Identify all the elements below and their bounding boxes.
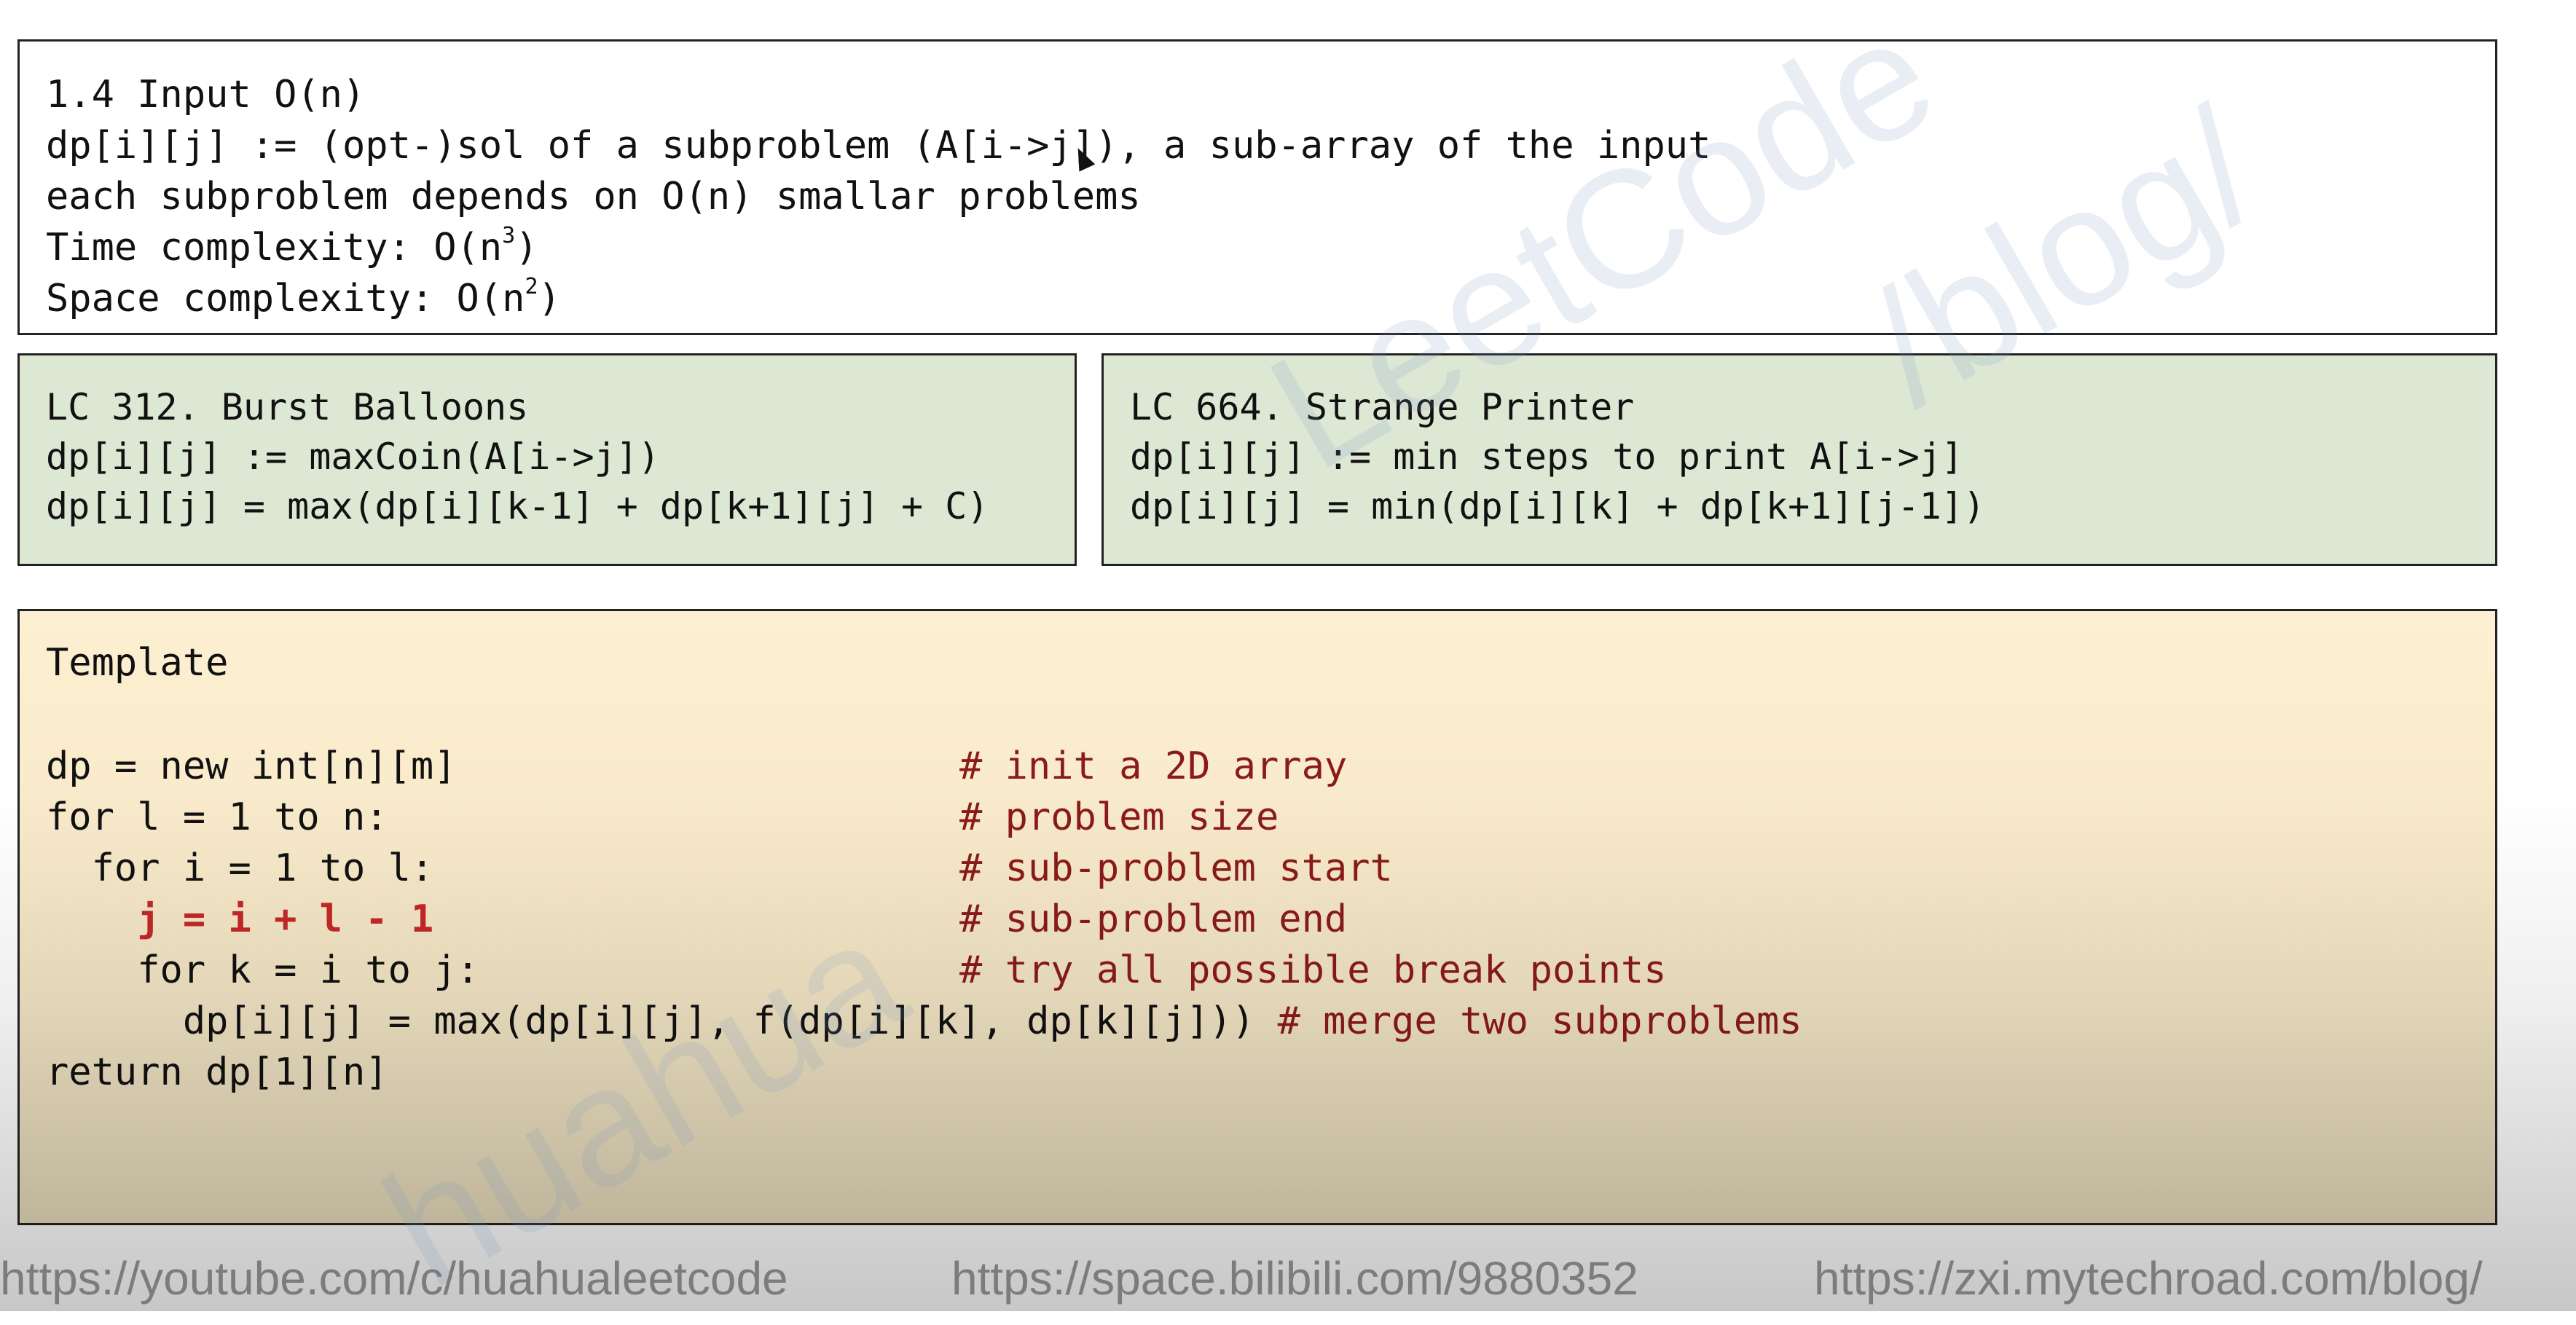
code-comment-merge: # merge two subproblems (1254, 999, 1802, 1043)
space-complexity: Space complexity: O(n2) (46, 274, 561, 321)
code-line-init: dp = new int[n][m] (46, 744, 457, 788)
intro-dp-definition: dp[i][j] := (opt-)sol of a subproblem (A… (46, 124, 1711, 168)
footer-bilibili-link[interactable]: https://space.bilibili.com/9880352 (951, 1251, 1638, 1310)
lc664-recurrence: dp[i][j] = min(dp[i][k] + dp[k+1][j-1]) (1130, 485, 1985, 527)
intro-box: 1.4 Input O(n) dp[i][j] := (opt-)sol of … (17, 39, 2497, 335)
lc312-recurrence: dp[i][j] = max(dp[i][k-1] + dp[k+1][j] +… (46, 485, 989, 527)
lc312-title: LC 312. Burst Balloons (46, 386, 529, 428)
code-comment-size: # problem size (959, 795, 1279, 839)
code-line-end-index: j = i + l - 1 (46, 897, 434, 941)
footer-youtube-link[interactable]: https://youtube.com/c/huahualeetcode (0, 1251, 788, 1310)
code-comment-break: # try all possible break points (959, 948, 1667, 992)
lc664-box: LC 664. Strange Printer dp[i][j] := min … (1102, 353, 2497, 566)
intro-dependency: each subproblem depends on O(n) smallar … (46, 175, 1141, 219)
code-comment-init: # init a 2D array (959, 744, 1348, 788)
lc312-definition: dp[i][j] := maxCoin(A[i->j]) (46, 436, 660, 478)
time-complexity: Time complexity: O(n3) (46, 223, 538, 270)
code-line-return: return dp[1][n] (46, 1050, 388, 1094)
lc664-definition: dp[i][j] := min steps to print A[i->j] (1130, 436, 1963, 478)
code-merge-statement: dp[i][j] = max(dp[i][j], f(dp[i][k], dp[… (46, 999, 1255, 1043)
footer-blog-link[interactable]: https://zxi.mytechroad.com/blog/ (1814, 1251, 2483, 1310)
lc664-title: LC 664. Strange Printer (1130, 386, 1635, 428)
code-line-size-loop: for l = 1 to n: (46, 795, 388, 839)
lc312-box: LC 312. Burst Balloons dp[i][j] := maxCo… (17, 353, 1077, 566)
code-comment-start: # sub-problem start (959, 846, 1393, 890)
intro-heading: 1.4 Input O(n) (46, 73, 366, 117)
code-line-merge: dp[i][j] = max(dp[i][j], f(dp[i][k], dp[… (46, 996, 1802, 1047)
code-line-start-loop: for i = 1 to l: (46, 846, 434, 890)
code-comment-end: # sub-problem end (959, 897, 1348, 941)
template-box: Template dp = new int[n][m] # init a 2D … (17, 609, 2497, 1225)
code-line-break-loop: for k = i to j: (46, 948, 479, 992)
template-title: Template (46, 641, 229, 685)
